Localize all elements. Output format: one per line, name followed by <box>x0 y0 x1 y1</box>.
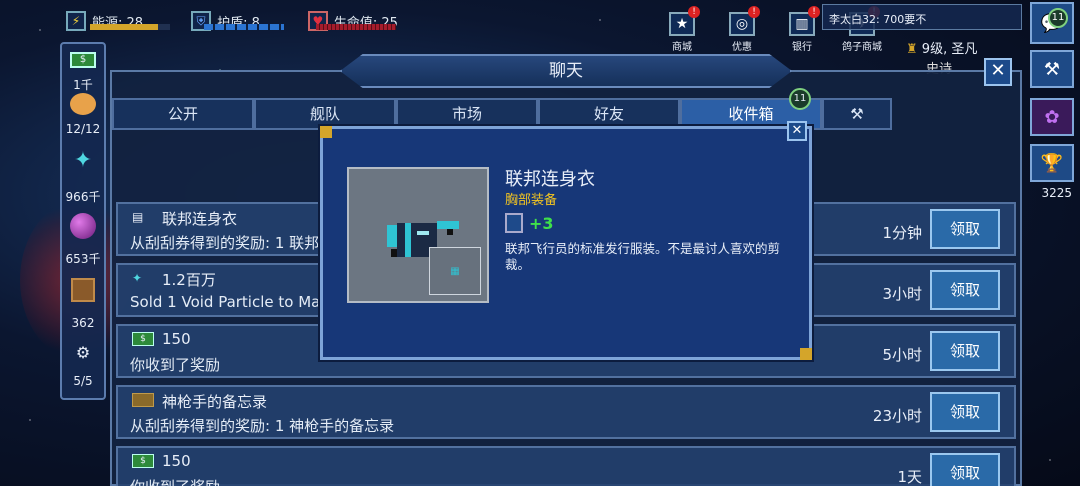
row-title: 1.2百万 <box>162 271 216 289</box>
armor-icon <box>505 213 523 233</box>
energy-bar <box>90 24 170 30</box>
crew-value: 12/12 <box>65 122 101 136</box>
score-label: 3225 <box>1041 186 1072 200</box>
deals-button[interactable]: ◎ ! 优惠 <box>716 6 768 53</box>
item-description: 联邦飞行员的标准发行服装。不是最讨人喜欢的剪裁。 <box>505 241 781 272</box>
row-title: 神枪手的备忘录 <box>162 393 268 411</box>
deals-label: 优惠 <box>732 42 752 53</box>
orb-icon <box>68 213 98 239</box>
alert-icon: ! <box>748 6 760 18</box>
crystal-icon: ✦ <box>73 147 93 173</box>
bank-label: 银行 <box>792 42 812 53</box>
alert-icon: ! <box>808 6 820 18</box>
row-title: 150 <box>162 452 191 470</box>
orb-value: 653千 <box>65 252 101 266</box>
rank-label: ♜ 9级, 圣凡 <box>906 38 977 57</box>
crate-resource[interactable]: 362 <box>62 278 104 330</box>
item-thumbnail: ▦ <box>429 247 481 295</box>
inbox-badge: 11 <box>789 88 811 110</box>
mini-suit-icon: ▦ <box>450 265 460 277</box>
crystal-icon: ✦ <box>132 271 143 285</box>
fleet-icon: ✿ <box>1044 106 1060 128</box>
chat-title: 聊天 <box>340 54 792 88</box>
row-desc: 你收到了奖励 <box>130 356 221 374</box>
item-category: 胸部装备 <box>505 193 558 208</box>
item-name: 联邦连身衣 <box>505 169 595 190</box>
tab-public[interactable]: 公开 <box>112 98 254 130</box>
shop-button[interactable]: ★ ! 商城 <box>656 6 708 53</box>
crew-resource[interactable]: 12/12 <box>62 92 104 136</box>
pigeon-shop-label: 鸽子商城 <box>842 42 882 53</box>
hammer-icon: ⚒ <box>850 105 864 123</box>
orb-resource[interactable]: 653千 <box>62 213 104 267</box>
cash-value: 1千 <box>73 78 93 92</box>
hammer-button[interactable]: ⚒ <box>1030 50 1074 88</box>
row-desc: 从刮刮券得到的奖励: 1 神枪手的备忘录 <box>130 417 395 435</box>
corner-ornament <box>320 126 332 138</box>
claim-button[interactable]: 领取 <box>930 453 1000 486</box>
crew-icon <box>68 92 98 116</box>
cash-icon: $ <box>132 454 154 468</box>
cash-icon: $ <box>68 48 98 72</box>
alert-icon: ! <box>688 6 700 18</box>
inbox-row[interactable]: 神枪手的备忘录 从刮刮券得到的奖励: 1 神枪手的备忘录 23小时 领取 <box>116 385 1016 439</box>
crate-icon <box>68 278 98 302</box>
modal-close-button[interactable]: ✕ <box>787 121 807 141</box>
fleet-button[interactable]: ✿ <box>1030 98 1074 136</box>
row-time: 5小时 <box>882 346 922 364</box>
top-hud: ⚡ 能源: 28 ⛨ 护盾: 8 ♥ 生命值: 25 <box>66 8 398 34</box>
inbox-row[interactable]: $ 150 你收到了奖励 1天 领取 <box>116 446 1016 486</box>
drone-icon: ⚙ <box>75 342 91 362</box>
row-desc: Sold 1 Void Particle to Market <box>130 293 350 311</box>
tab-tools[interactable]: ⚒ <box>822 98 892 130</box>
rank-text: 9级, 圣凡 <box>921 42 978 57</box>
left-resource-bar: $ 1千 12/12 ✦ 966千 653千 362 ⚙ 5/5 <box>60 42 106 400</box>
claim-button[interactable]: 领取 <box>930 209 1000 249</box>
hp-bar <box>316 24 396 30</box>
chat-toggle-button[interactable]: 💬 11 <box>1030 2 1074 44</box>
trophy-button[interactable]: 🏆 <box>1030 144 1074 182</box>
cash-icon: $ <box>132 332 154 346</box>
close-icon: ✕ <box>791 123 803 138</box>
item-detail-modal: ✕ ▦ 联邦连身衣 胸部装备 +3 联邦飞行员的标准发行服装。不是最讨人喜欢的剪… <box>320 121 812 360</box>
lightning-icon: ⚡ <box>66 11 86 31</box>
shirt-icon: ▤ <box>132 210 144 224</box>
row-title: 150 <box>162 330 191 348</box>
item-stat-value: +3 <box>529 213 554 233</box>
row-desc: 你收到了奖励 <box>130 476 220 486</box>
medal-icon: ♜ <box>906 42 922 57</box>
close-icon: ✕ <box>990 60 1006 81</box>
row-title: 联邦连身衣 <box>162 210 238 228</box>
book-icon <box>132 393 154 407</box>
claim-button[interactable]: 领取 <box>930 392 1000 432</box>
item-preview: ▦ <box>347 167 489 303</box>
row-time: 23小时 <box>872 407 922 425</box>
drone-value: 5/5 <box>73 374 93 388</box>
bank-button[interactable]: ▥ ! 银行 <box>776 6 828 53</box>
claim-button[interactable]: 领取 <box>930 270 1000 310</box>
row-time: 1分钟 <box>882 224 922 242</box>
crystal-resource[interactable]: ✦ 966千 <box>62 148 104 205</box>
shop-label: 商城 <box>672 42 692 53</box>
hammer-icon: ⚒ <box>1043 58 1061 80</box>
cash-resource[interactable]: $ 1千 <box>62 48 104 93</box>
trophy-icon: 🏆 <box>1040 152 1064 174</box>
chat-notice[interactable]: 李太白32: 700要不 <box>822 4 1022 30</box>
row-time: 1天 <box>897 468 922 486</box>
shield-bar <box>204 24 284 30</box>
claim-button[interactable]: 领取 <box>930 331 1000 371</box>
chat-badge: 11 <box>1048 8 1068 28</box>
item-stat: +3 <box>505 213 554 233</box>
corner-ornament <box>800 348 812 360</box>
drone-resource[interactable]: ⚙ 5/5 <box>62 340 104 389</box>
crystal-value: 966千 <box>65 190 101 204</box>
row-time: 3小时 <box>882 285 922 303</box>
crate-value: 362 <box>71 316 95 330</box>
chat-close-button[interactable]: ✕ <box>984 58 1012 86</box>
